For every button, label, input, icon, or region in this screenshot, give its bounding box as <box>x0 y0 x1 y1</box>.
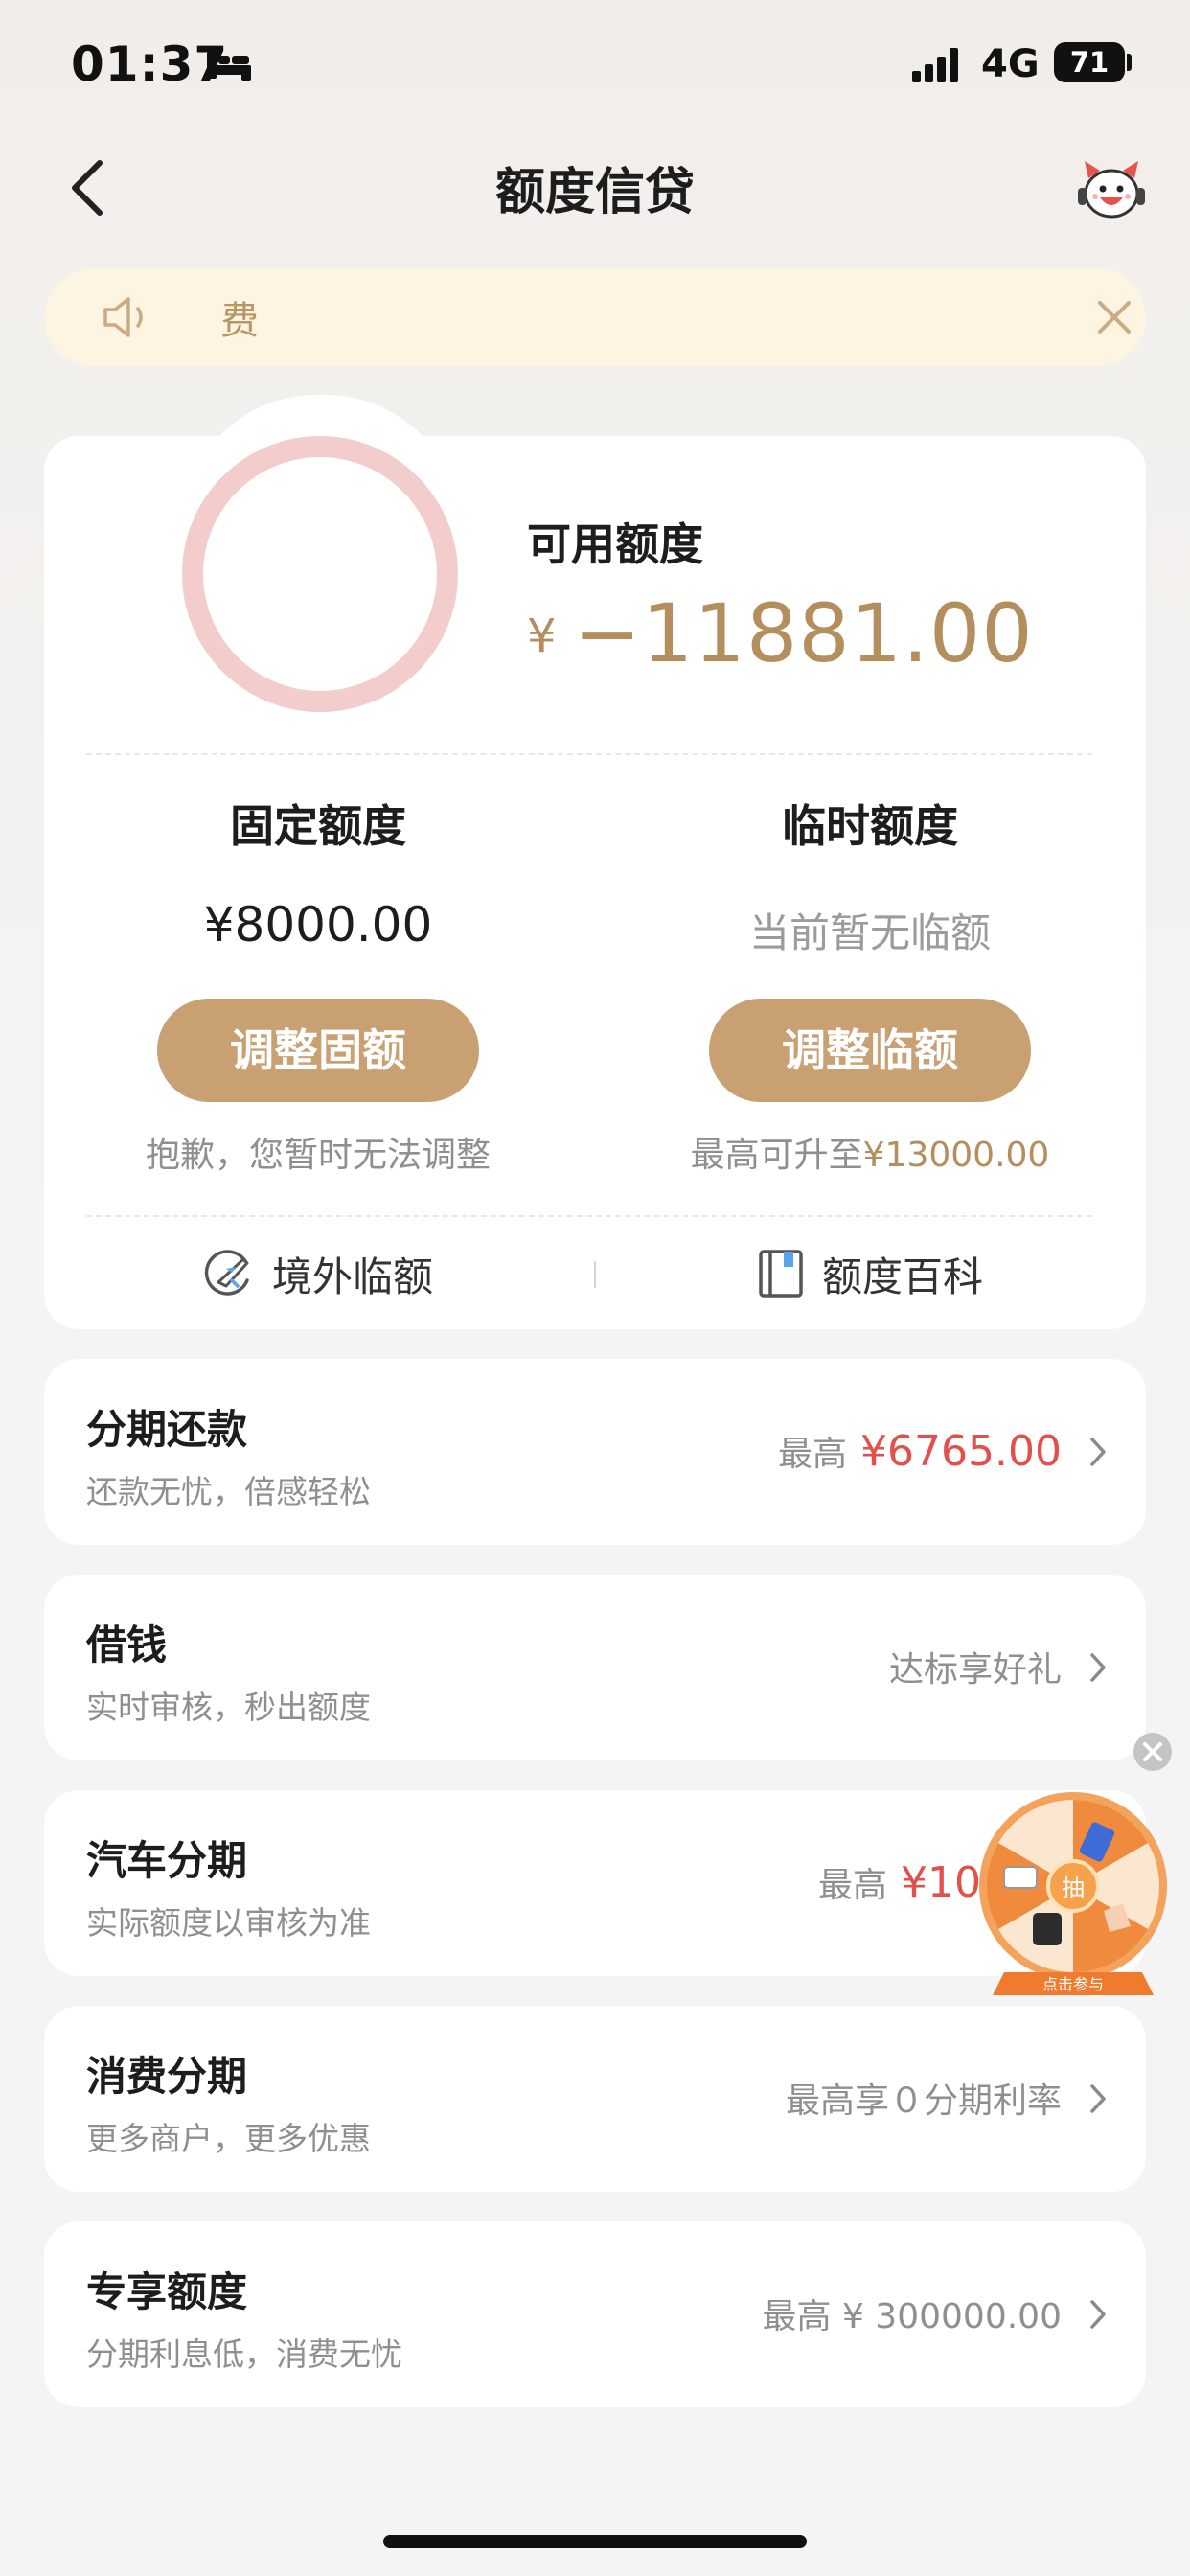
row-right-label: 最高享０分期利率 <box>785 2082 1062 2121</box>
credit-usage-ring <box>182 436 458 712</box>
row-right-label: 最高 <box>818 1866 888 1905</box>
chevron-right-icon <box>1090 2300 1106 2329</box>
row-right-label: 最高 <box>778 1435 848 1474</box>
row-subtitle: 分期利息低，消费无忧 <box>86 2335 402 2373</box>
battery-level: 71 <box>1054 42 1125 82</box>
footer-separator <box>594 1261 596 1288</box>
exclusive-quota-row[interactable]: 专享额度 分期利息低，消费无忧 最高 ¥ 300000.00 <box>44 2221 1146 2407</box>
row-right-info: 达标享好礼 <box>889 1642 1062 1691</box>
chevron-right-icon <box>1090 2084 1106 2113</box>
overseas-temporary-quota-link[interactable]: 境外临额 <box>203 1240 433 1307</box>
row-title: 汽车分期 <box>86 1837 248 1884</box>
sleep-mode-icon <box>207 52 251 80</box>
network-type: 4G <box>981 42 1040 86</box>
status-bar: 01:37 4G 71 <box>0 0 1190 125</box>
temporary-quota-note: 最高可升至¥13000.00 <box>602 1127 1138 1177</box>
available-credit-value: −11881.00 <box>573 586 1034 680</box>
notice-text: 费 <box>220 299 259 343</box>
row-subtitle: 更多商户，更多优惠 <box>86 2120 371 2157</box>
overseas-temporary-quota-label: 境外临额 <box>272 1253 434 1300</box>
chevron-right-icon <box>1090 1438 1106 1466</box>
signal-strength-icon <box>912 48 958 82</box>
row-right-amount: ¥6765.00 <box>860 1427 1062 1476</box>
consumer-installment-row[interactable]: 消费分期 更多商户，更多优惠 最高享０分期利率 <box>44 2006 1146 2192</box>
notice-banner[interactable]: 费 <box>44 268 1146 366</box>
divider <box>86 1215 1092 1217</box>
row-title: 专享额度 <box>86 2268 248 2315</box>
adjust-temporary-quota-button[interactable]: 调整临额 <box>709 999 1031 1102</box>
available-credit-label: 可用额度 <box>527 518 703 570</box>
quota-encyclopedia-link[interactable]: 额度百科 <box>757 1240 983 1307</box>
row-right-label: 达标享好礼 <box>888 1650 1062 1690</box>
temporary-quota-max-amount: ¥13000.00 <box>862 1136 1050 1175</box>
available-credit-amount: ¥ −11881.00 <box>527 586 1034 680</box>
book-icon <box>759 1250 803 1298</box>
row-title: 分期还款 <box>86 1406 248 1453</box>
row-title: 消费分期 <box>86 2053 248 2100</box>
row-right-info: 最高 ¥ 300000.00 <box>763 2288 1062 2338</box>
row-subtitle: 实际额度以审核为准 <box>86 1904 371 1942</box>
row-right-label: 最高 ¥ 300000.00 <box>762 2297 1062 2336</box>
close-icon[interactable] <box>1090 293 1138 341</box>
fixed-quota-value: ¥8000.00 <box>203 897 433 953</box>
row-subtitle: 实时审核，秒出额度 <box>86 1689 371 1726</box>
temporary-quota-title: 临时额度 <box>782 800 958 852</box>
lottery-wheel-widget[interactable]: 抽 点击参与 <box>977 1790 1169 1997</box>
row-right-info: 最高享０分期利率 <box>786 2073 1062 2123</box>
speaker-icon <box>103 297 143 337</box>
row-title: 借钱 <box>86 1622 168 1668</box>
battery-tip <box>1127 54 1132 71</box>
row-right-info: 最高 ¥6765.00 <box>778 1426 1062 1476</box>
page-title: 额度信贷 <box>494 164 695 221</box>
currency-symbol: ¥ <box>527 610 557 663</box>
adjust-fixed-quota-button[interactable]: 调整固额 <box>157 999 479 1102</box>
borrow-money-row[interactable]: 借钱 实时审核，秒出额度 达标享好礼 <box>44 1575 1146 1760</box>
temporary-quota-note-prefix: 最高可升至 <box>690 1136 863 1175</box>
lottery-banner-label: 点击参与 <box>1042 1975 1104 1993</box>
quota-encyclopedia-label: 额度百科 <box>822 1253 984 1300</box>
plane-globe-icon <box>204 1250 249 1296</box>
home-indicator[interactable] <box>383 2535 807 2548</box>
installment-repayment-row[interactable]: 分期还款 还款无忧，倍感轻松 最高 ¥6765.00 <box>44 1359 1146 1545</box>
fixed-quota-title: 固定额度 <box>230 800 406 852</box>
row-subtitle: 还款无忧，倍感轻松 <box>86 1473 371 1510</box>
chevron-right-icon <box>1090 1653 1106 1682</box>
close-icon[interactable] <box>1133 1732 1173 1772</box>
temporary-quota-value: 当前暂无临额 <box>748 909 991 956</box>
fixed-quota-note: 抱歉，您暂时无法调整 <box>145 1136 491 1175</box>
lottery-center-label: 抽 <box>1062 1874 1085 1901</box>
customer-service-avatar-icon[interactable] <box>1075 157 1148 222</box>
divider <box>86 753 1092 755</box>
